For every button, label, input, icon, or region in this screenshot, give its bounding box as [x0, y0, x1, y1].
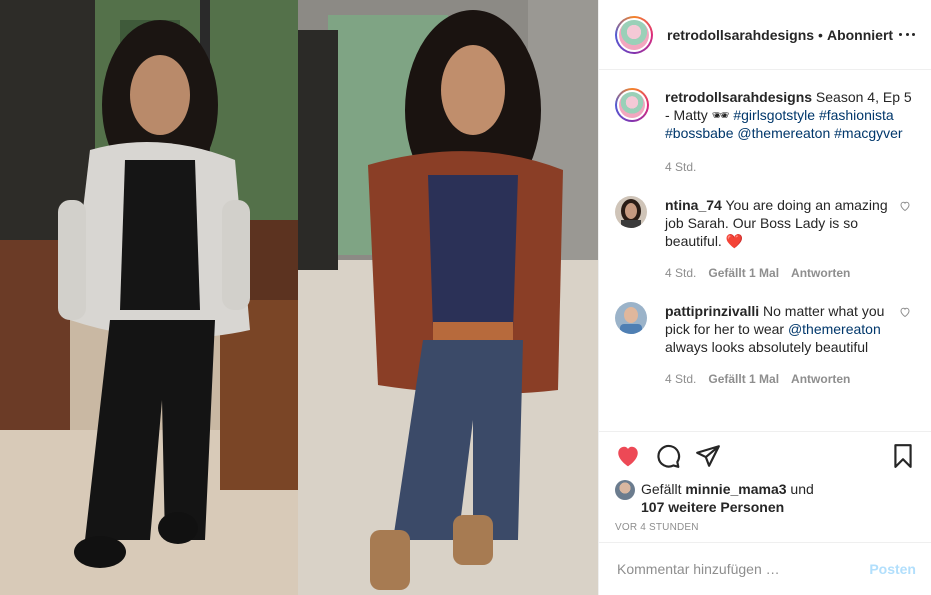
liker-avatar[interactable] — [615, 480, 635, 500]
post-header: retrodollsarahdesigns • Abonniert — [599, 0, 931, 70]
likes-and: und — [786, 481, 814, 497]
comment-time[interactable]: 4 Std. — [665, 264, 696, 282]
photo-right — [298, 0, 598, 595]
mention-themereaton[interactable]: @themereaton — [737, 125, 830, 141]
bookmark-icon[interactable] — [890, 443, 916, 469]
mention-themereaton[interactable]: @themereaton — [788, 321, 881, 337]
caption-avatar[interactable] — [615, 88, 649, 122]
caption-time[interactable]: 4 Std. — [665, 158, 696, 176]
sunglasses-emoji-icon: 🕶 — [711, 107, 730, 123]
caption-username[interactable]: retrodollsarahdesigns — [665, 89, 812, 105]
comment-item: pattiprinzivalli No matter what you pick… — [615, 302, 915, 388]
commenter-avatar[interactable] — [615, 196, 647, 228]
comment-like-count[interactable]: Gefällt 1 Mal — [708, 370, 779, 388]
comment-username[interactable]: pattiprinzivalli — [665, 303, 759, 319]
author-username[interactable]: retrodollsarahdesigns — [667, 27, 814, 43]
comment-text-end: always looks absolutely beautiful — [665, 339, 869, 355]
post-media[interactable] — [0, 0, 598, 595]
header-separator: • — [818, 26, 823, 43]
comment-composer: Posten — [599, 542, 931, 595]
hashtag-girlsgotstyle[interactable]: #girlsgotstyle — [733, 107, 815, 123]
red-heart-emoji-icon: ❤️ — [725, 233, 744, 249]
comment-time[interactable]: 4 Std. — [665, 370, 696, 388]
likes-summary: Gefällt minnie_mama3 und 107 weitere Per… — [615, 480, 916, 516]
liker-username[interactable]: minnie_mama3 — [685, 481, 786, 497]
comment-like-count[interactable]: Gefällt 1 Mal — [708, 264, 779, 282]
photo-left — [0, 0, 298, 595]
reply-button[interactable]: Antworten — [791, 370, 850, 388]
follow-status-button[interactable]: Abonniert — [827, 27, 893, 43]
share-icon[interactable] — [695, 443, 721, 469]
post-timestamp[interactable]: Vor 4 Stunden — [615, 522, 916, 533]
like-heart-icon[interactable] — [615, 443, 641, 469]
author-avatar[interactable] — [615, 15, 653, 54]
comment-icon[interactable] — [655, 443, 681, 469]
reply-button[interactable]: Antworten — [791, 264, 850, 282]
hashtag-fashionista[interactable]: #fashionista — [819, 107, 894, 123]
post-comment-button[interactable]: Posten — [869, 561, 916, 577]
hashtag-macgyver[interactable]: #macgyver — [834, 125, 902, 141]
comment-item: ntina_74 You are doing an amazing job Sa… — [615, 196, 915, 282]
comment-like-heart-icon[interactable] — [899, 200, 911, 212]
commenter-avatar[interactable] — [615, 302, 647, 334]
hashtag-bossbabe[interactable]: #bossbabe — [665, 125, 734, 141]
likes-others-button[interactable]: 107 weitere Personen — [641, 499, 784, 515]
more-options-icon[interactable] — [899, 26, 915, 42]
comments-list: retrodollsarahdesigns Season 4, Ep 5 - M… — [599, 70, 931, 430]
post-sidebar: retrodollsarahdesigns • Abonniert retrodol… — [598, 0, 931, 595]
caption-row: retrodollsarahdesigns Season 4, Ep 5 - M… — [615, 88, 915, 176]
action-section: Gefällt minnie_mama3 und 107 weitere Per… — [599, 431, 931, 543]
likes-prefix: Gefällt — [641, 481, 686, 497]
comment-like-heart-icon[interactable] — [899, 306, 911, 318]
comment-username[interactable]: ntina_74 — [665, 197, 722, 213]
comment-input[interactable] — [615, 560, 870, 578]
action-bar — [615, 432, 916, 480]
